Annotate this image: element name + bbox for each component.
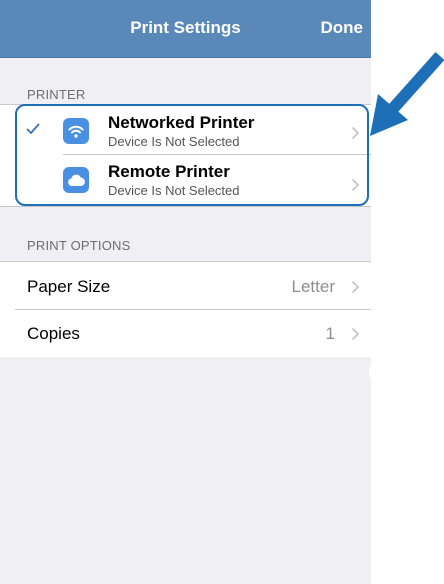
printer-title: Remote Printer bbox=[108, 162, 230, 181]
small-glitch-mark bbox=[369, 367, 371, 377]
row-divider bbox=[63, 154, 371, 155]
page-title: Print Settings bbox=[130, 18, 241, 37]
annotation-arrow-icon bbox=[370, 52, 444, 136]
chevron-right-icon bbox=[351, 126, 360, 140]
printer-row-remote[interactable]: Remote Printer Device Is Not Selected bbox=[0, 159, 371, 202]
print-settings-screen: Print Settings Done PRINTER Networked Pr… bbox=[0, 0, 371, 584]
printer-row-networked[interactable]: Networked Printer Device Is Not Selected bbox=[0, 110, 371, 153]
wifi-icon bbox=[63, 118, 89, 144]
copies-label: Copies bbox=[27, 324, 80, 343]
printer-section-header: PRINTER bbox=[27, 87, 86, 102]
chevron-right-icon bbox=[351, 280, 360, 294]
printer-status: Device Is Not Selected bbox=[108, 183, 240, 198]
background-fill bbox=[0, 357, 371, 584]
option-row-paper-size[interactable]: Paper Size Letter bbox=[0, 262, 371, 309]
printer-title: Networked Printer bbox=[108, 113, 255, 132]
printer-list: Networked Printer Device Is Not Selected… bbox=[0, 104, 371, 207]
printer-status: Device Is Not Selected bbox=[108, 134, 240, 149]
paper-size-value: Letter bbox=[291, 277, 335, 296]
chevron-right-icon bbox=[351, 327, 360, 341]
print-options-section-header: PRINT OPTIONS bbox=[27, 238, 131, 253]
checkmark-icon bbox=[26, 123, 40, 134]
paper-size-label: Paper Size bbox=[27, 277, 111, 296]
cloud-icon bbox=[63, 167, 89, 193]
option-row-copies[interactable]: Copies 1 bbox=[0, 310, 371, 357]
copies-value: 1 bbox=[325, 324, 335, 343]
navigation-bar: Print Settings Done bbox=[0, 0, 371, 58]
print-options-list: Paper Size Letter Copies 1 bbox=[0, 261, 371, 358]
chevron-right-icon bbox=[351, 178, 360, 192]
done-button[interactable]: Done bbox=[321, 18, 364, 38]
